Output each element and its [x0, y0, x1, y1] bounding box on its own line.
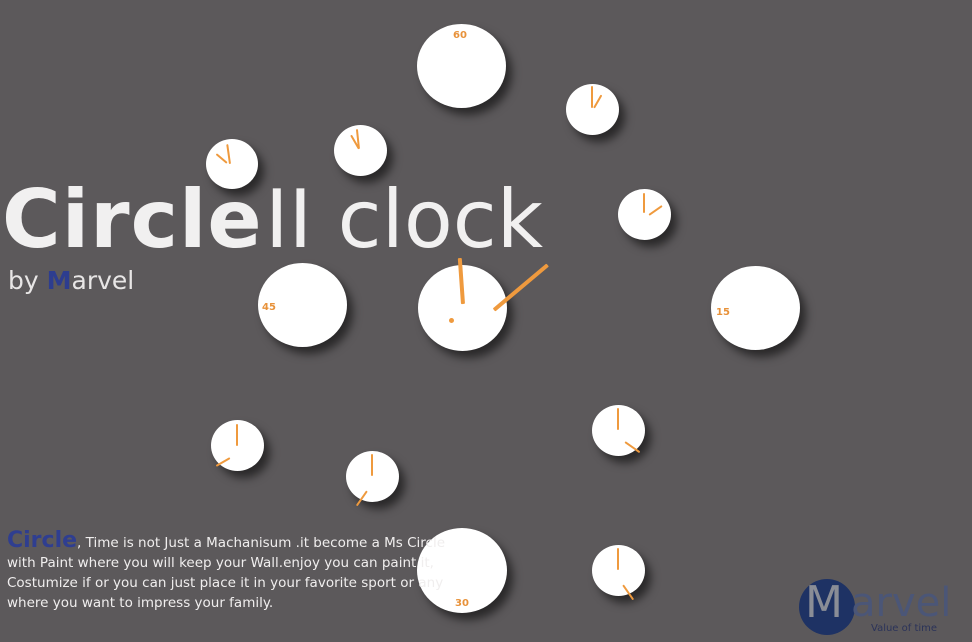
byline-brand-m: M: [46, 266, 72, 295]
poster-canvas: 60 15 45 30 Circle II clock by Marvel Ci…: [0, 0, 972, 642]
logo-m: M: [805, 577, 843, 628]
logo-tagline: Value of time: [871, 623, 938, 634]
title-clock: II clock: [265, 173, 544, 266]
clock-number-15: 15: [716, 307, 730, 318]
description-paragraph: Circle, Time is not Just a Machanisum .i…: [7, 528, 462, 613]
small-dial-3-hand-a: [591, 86, 593, 108]
byline: by Marvel: [8, 266, 134, 295]
small-dial-8-hand-a: [371, 454, 373, 476]
small-dial-6-hand-a: [617, 548, 619, 570]
byline-brand-rest: arvel: [71, 266, 135, 295]
clock-number-45: 45: [262, 302, 276, 313]
clock-number-60: 60: [453, 30, 467, 41]
small-dial-5-hand-a: [617, 408, 619, 430]
description-lead: Circle: [7, 528, 78, 553]
small-dial-7-hand-a: [236, 424, 238, 446]
logo-wordmark: arvel: [851, 580, 952, 626]
small-dial-2: [334, 125, 387, 176]
marvel-logo: M arvel Value of time: [799, 579, 959, 637]
byline-prefix: by: [8, 266, 47, 295]
center-clock-pivot: [449, 318, 454, 323]
small-dial-4-hand-a: [643, 193, 645, 213]
title-circle: Circle: [2, 173, 263, 266]
